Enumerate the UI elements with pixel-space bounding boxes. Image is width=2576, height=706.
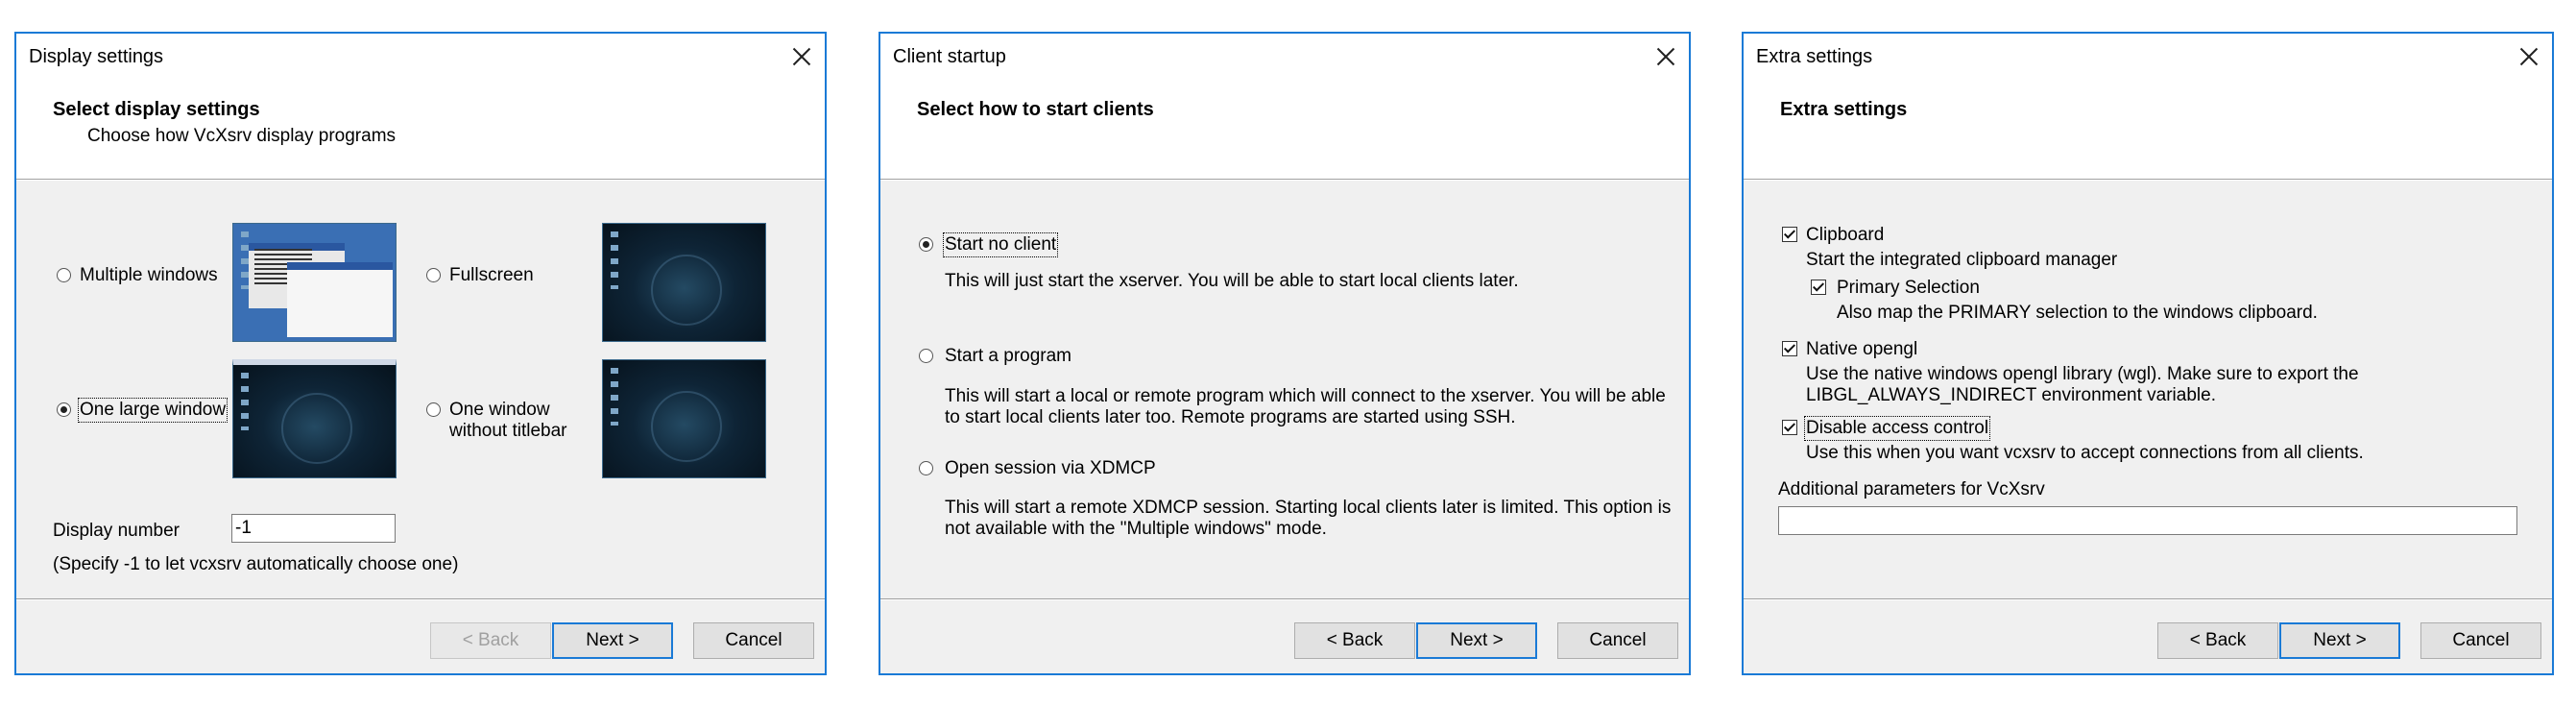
radio-start-no-client[interactable] <box>919 237 933 252</box>
radio-multiple-windows[interactable] <box>57 268 71 282</box>
window-title: Extra settings <box>1756 46 1873 67</box>
window-title: Client startup <box>893 46 1006 67</box>
back-button[interactable]: < Back <box>430 622 551 659</box>
option-one-large-window-label[interactable]: One large window <box>77 398 229 423</box>
option-multiple-windows-label[interactable]: Multiple windows <box>80 265 218 286</box>
footer-divider <box>880 598 1689 600</box>
back-button[interactable]: < Back <box>1294 622 1415 659</box>
display-number-input[interactable]: -1 <box>231 514 396 543</box>
wizard-header: Select display settings Choose how VcXsr… <box>16 80 825 180</box>
option-open-session-xdmcp-label[interactable]: Open session via XDMCP <box>945 458 1156 479</box>
option-fullscreen-label[interactable]: Fullscreen <box>449 265 534 286</box>
fullscreen-preview-image <box>602 223 766 342</box>
next-button[interactable]: Next > <box>2279 622 2400 659</box>
close-icon[interactable] <box>1647 37 1685 76</box>
checkbox-clipboard[interactable] <box>1782 227 1797 242</box>
radio-start-a-program[interactable] <box>919 349 933 363</box>
checkbox-native-opengl[interactable] <box>1782 341 1797 356</box>
wizard-header: Extra settings <box>1744 80 2552 180</box>
additional-parameters-label: Additional parameters for VcXsrv <box>1778 479 2045 499</box>
primary-selection-description: Also map the PRIMARY selection to the wi… <box>1837 303 2318 323</box>
option-one-window-label-line1[interactable]: One window <box>449 400 550 421</box>
cancel-button[interactable]: Cancel <box>1557 622 1678 659</box>
header-title: Select display settings <box>53 99 260 120</box>
wizard-header: Select how to start clients <box>880 80 1689 180</box>
start-no-client-description: This will just start the xserver. You wi… <box>945 271 1519 291</box>
checkbox-primary-selection[interactable] <box>1811 280 1826 295</box>
radio-open-session-xdmcp[interactable] <box>919 461 933 475</box>
additional-parameters-input[interactable] <box>1778 506 2517 535</box>
cancel-button[interactable]: Cancel <box>693 622 814 659</box>
header-subtitle: Choose how VcXsrv display programs <box>87 126 397 146</box>
title-bar: Client startup <box>880 34 1689 80</box>
extra-settings-dialog: Extra settings Extra settings Clipboard … <box>1742 32 2554 675</box>
back-button[interactable]: < Back <box>2157 622 2278 659</box>
option-native-opengl-label[interactable]: Native opengl <box>1806 339 1917 360</box>
title-bar: Extra settings <box>1744 34 2552 80</box>
native-opengl-description-line1: Use the native windows opengl library (w… <box>1806 364 2359 384</box>
display-number-label: Display number <box>53 521 180 541</box>
title-bar: Display settings <box>16 34 825 80</box>
window-title: Display settings <box>29 46 164 67</box>
display-settings-dialog: Display settings Select display settings… <box>14 32 827 675</box>
checkbox-disable-access-control[interactable] <box>1782 420 1797 435</box>
close-icon[interactable] <box>782 37 821 76</box>
radio-fullscreen[interactable] <box>426 268 441 282</box>
header-title: Extra settings <box>1780 99 1908 120</box>
disable-access-control-description: Use this when you want vcxsrv to accept … <box>1806 443 2364 463</box>
option-primary-selection-label[interactable]: Primary Selection <box>1837 278 1980 299</box>
option-disable-access-control-label[interactable]: Disable access control <box>1803 416 1991 441</box>
one-large-window-preview-image <box>232 359 397 478</box>
client-startup-dialog: Client startup Select how to start clien… <box>879 32 1691 675</box>
option-start-a-program-label[interactable]: Start a program <box>945 346 1071 367</box>
footer-divider <box>16 598 825 600</box>
footer-divider <box>1744 598 2552 600</box>
xdmcp-description-line2: not available with the "Multiple windows… <box>945 519 1327 539</box>
cancel-button[interactable]: Cancel <box>2420 622 2541 659</box>
xdmcp-description-line1: This will start a remote XDMCP session. … <box>945 498 1672 518</box>
close-icon[interactable] <box>2510 37 2548 76</box>
start-a-program-description-line1: This will start a local or remote progra… <box>945 386 1666 406</box>
display-number-hint: (Specify -1 to let vcxsrv automatically … <box>53 554 459 574</box>
radio-one-large-window[interactable] <box>57 402 71 417</box>
next-button[interactable]: Next > <box>1416 622 1537 659</box>
header-title: Select how to start clients <box>917 99 1154 120</box>
option-start-no-client-label[interactable]: Start no client <box>942 232 1059 257</box>
clipboard-description: Start the integrated clipboard manager <box>1806 250 2118 270</box>
multiple-windows-preview-image <box>232 223 397 342</box>
native-opengl-description-line2: LIBGL_ALWAYS_INDIRECT environment variab… <box>1806 385 2216 405</box>
option-one-window-label-line2[interactable]: without titlebar <box>449 421 567 442</box>
one-window-no-titlebar-preview-image <box>602 359 766 478</box>
option-clipboard-label[interactable]: Clipboard <box>1806 225 1884 246</box>
start-a-program-description-line2: to start local clients later too. Remote… <box>945 407 1516 427</box>
next-button[interactable]: Next > <box>552 622 673 659</box>
radio-one-window-no-titlebar[interactable] <box>426 402 441 417</box>
